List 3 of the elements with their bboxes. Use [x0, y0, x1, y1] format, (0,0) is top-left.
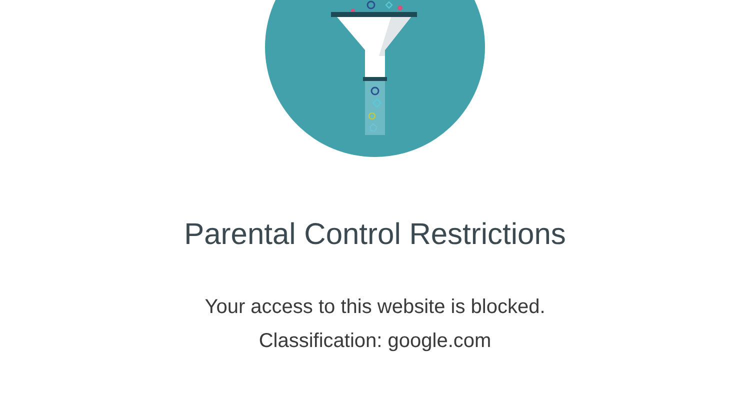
message-line: Classification: google.com [258, 329, 492, 353]
message-line: Your access to this website is blocked. [204, 295, 546, 319]
page-title: Parental Control Restrictions [184, 217, 566, 253]
